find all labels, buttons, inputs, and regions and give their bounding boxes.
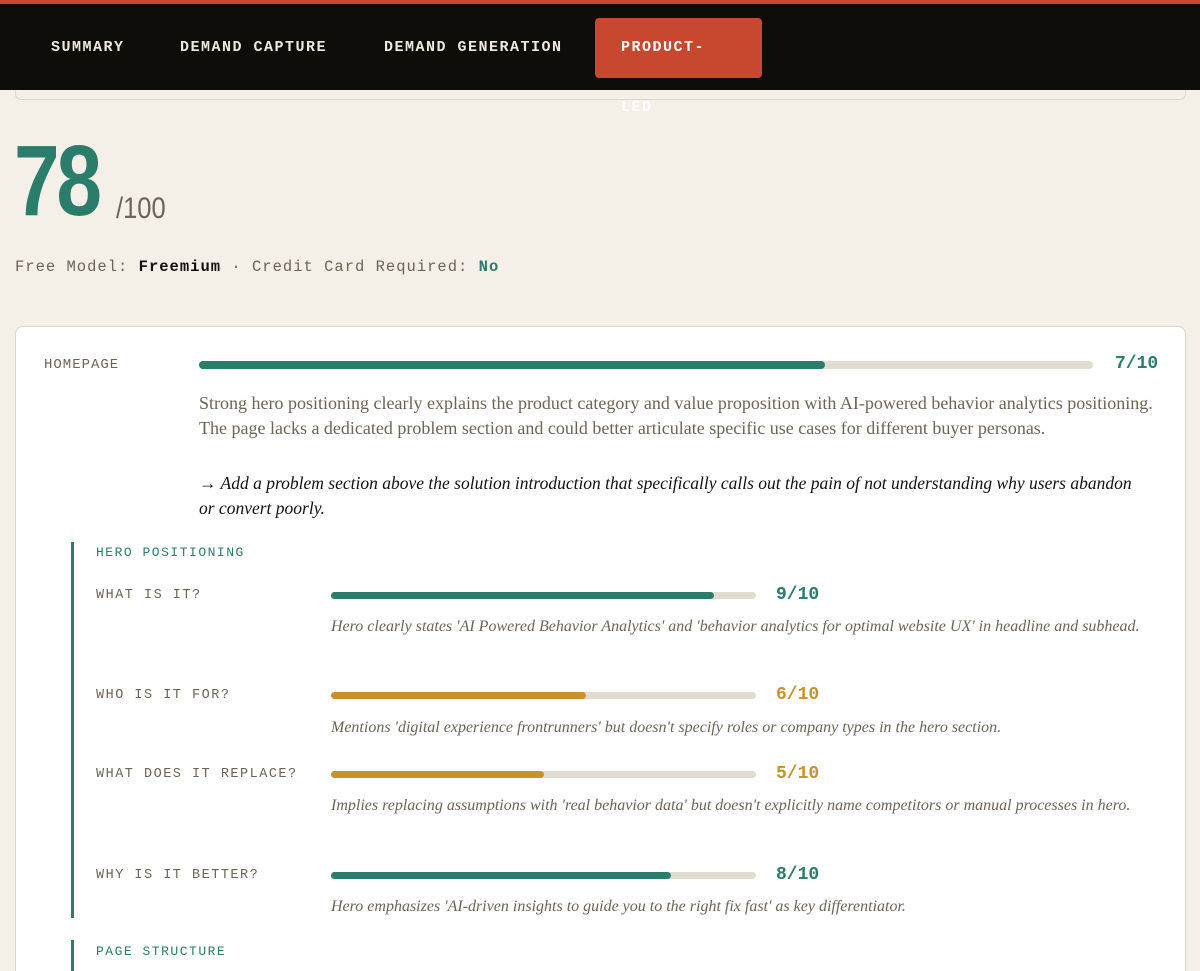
overall-score-max: /100 xyxy=(116,192,166,225)
item-score-bar xyxy=(331,692,756,699)
tab-demand-generation[interactable]: DEMAND GENERATION xyxy=(358,18,589,78)
item-score-fill xyxy=(331,771,544,778)
item-score-bar xyxy=(331,872,756,879)
homepage-recommendation: → Add a problem section above the soluti… xyxy=(199,473,1132,518)
item-score-fill xyxy=(331,692,586,699)
homepage-score-bar xyxy=(199,361,1093,369)
item-score-fill xyxy=(331,592,714,599)
item-note: Hero clearly states 'AI Powered Behavior… xyxy=(331,618,1140,635)
item-score-bar xyxy=(331,592,756,599)
item-score-bar xyxy=(331,771,756,778)
item-label: WHAT IS IT? xyxy=(96,588,202,603)
item-label: WHAT DOES IT REPLACE? xyxy=(96,767,298,782)
item-label: WHO IS IT FOR? xyxy=(96,688,231,703)
homepage-summary: Strong hero positioning clearly explains… xyxy=(199,393,1153,438)
credit-card-label: Credit Card Required: xyxy=(252,258,469,276)
item-note: Mentions 'digital experience frontrunner… xyxy=(331,719,1002,736)
item-score: 6/10 xyxy=(776,685,820,705)
section-title: PAGE STRUCTURE xyxy=(96,944,227,959)
top-nav: SUMMARY DEMAND CAPTURE DEMAND GENERATION… xyxy=(0,0,1200,116)
section-rule xyxy=(71,542,74,918)
free-model-value: Freemium xyxy=(138,258,222,276)
model-info: Free Model: Freemium · Credit Card Requi… xyxy=(15,258,499,276)
section-title: HERO POSITIONING xyxy=(96,545,245,560)
overall-score: 78 xyxy=(14,125,102,237)
tab-product-led[interactable]: PRODUCT-LED xyxy=(595,18,762,116)
section-rule xyxy=(71,940,74,971)
item-score: 8/10 xyxy=(776,865,820,885)
homepage-score: 7/10 xyxy=(1115,354,1159,374)
item-note: Hero emphasizes 'AI-driven insights to g… xyxy=(331,898,906,915)
credit-card-value: No xyxy=(478,258,500,276)
item-score: 5/10 xyxy=(776,764,820,784)
homepage-label: HOMEPAGE xyxy=(44,357,120,373)
homepage-score-fill xyxy=(199,361,825,369)
tab-demand-capture[interactable]: DEMAND CAPTURE xyxy=(154,18,353,78)
item-label: WHY IS IT BETTER? xyxy=(96,868,260,883)
separator: · xyxy=(231,258,242,276)
panel-edge xyxy=(15,90,1186,100)
free-model-label: Free Model: xyxy=(15,258,129,276)
item-score: 9/10 xyxy=(776,585,820,605)
tab-summary[interactable]: SUMMARY xyxy=(25,18,151,78)
item-note: Implies replacing assumptions with 'real… xyxy=(331,797,1131,814)
item-score-fill xyxy=(331,872,671,879)
